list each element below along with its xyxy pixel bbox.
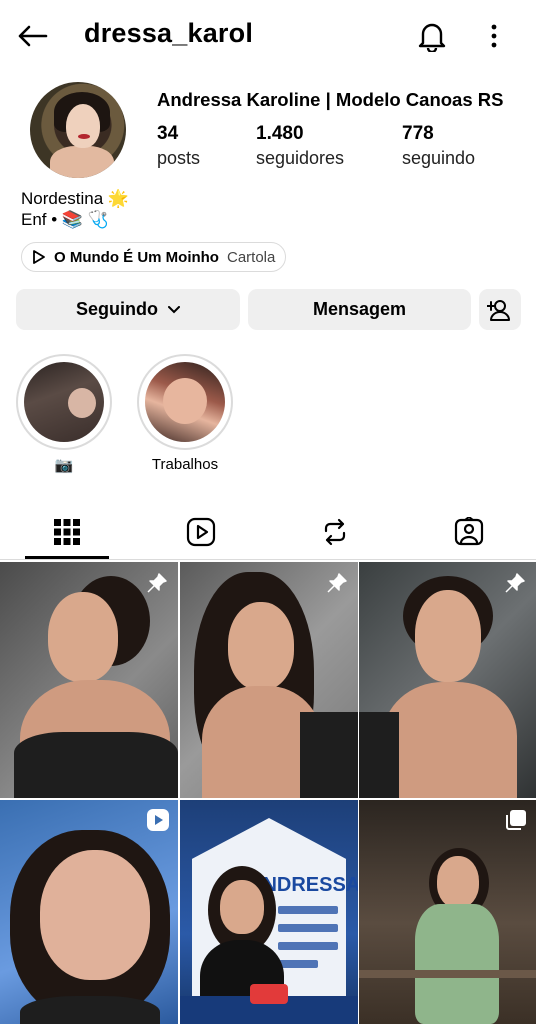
top-bar: dressa_karol [0, 0, 536, 72]
story-highlight[interactable]: Trabalhos [137, 354, 233, 473]
highlight-label: Trabalhos [151, 456, 219, 473]
play-icon [33, 250, 45, 264]
highlight-cover [137, 354, 233, 450]
highlight-label: 📷 [54, 457, 74, 474]
tagged-icon [454, 517, 484, 546]
profile-username: dressa_karol [84, 18, 254, 48]
arrow-left-icon [18, 25, 48, 47]
post-thumbnail[interactable] [359, 562, 536, 798]
reels-icon [186, 517, 216, 547]
pinned-icon [324, 570, 350, 596]
profile-tabs [0, 505, 536, 560]
followers-count[interactable]: 1.480 seguidores [256, 123, 344, 169]
carousel-icon [506, 810, 526, 830]
followers-count-value: 1.480 [256, 123, 304, 144]
following-button[interactable]: Seguindo [16, 289, 240, 330]
tab-tagged[interactable] [402, 505, 536, 559]
posts-count-value: 34 [157, 123, 179, 144]
following-count[interactable]: 778 seguindo [402, 123, 475, 169]
tab-reels[interactable] [134, 505, 268, 559]
message-button-label: Mensagem [312, 299, 407, 319]
suggest-users-button[interactable] [479, 289, 521, 330]
bio-line: Nordestina 🌟 [21, 189, 130, 208]
story-highlight[interactable]: 📷 [16, 354, 112, 474]
tab-posts-grid[interactable] [0, 505, 134, 559]
profile-music-pill[interactable]: O Mundo É Um Moinho Cartola [21, 242, 287, 272]
post-thumbnail[interactable] [0, 800, 178, 1024]
reel-icon [147, 809, 169, 831]
profile-bio: Nordestina 🌟 Enf • 📚 🩺 [21, 188, 129, 230]
posts-grid: ANDRESSA [0, 562, 536, 1024]
back-button[interactable] [12, 18, 52, 54]
highlight-cover [16, 354, 112, 450]
profile-full-name: Andressa Karoline | Modelo Canoas RS [157, 89, 504, 110]
pinned-icon [502, 570, 528, 596]
add-user-icon [487, 299, 510, 321]
profile-avatar[interactable] [30, 82, 126, 178]
grid-icon [54, 519, 80, 545]
post-thumbnail[interactable] [180, 562, 358, 798]
music-song-title: O Mundo É Um Moinho [54, 248, 219, 266]
bell-icon [418, 23, 446, 52]
chevron-down-icon [168, 305, 180, 313]
message-button[interactable]: Mensagem [248, 289, 471, 330]
more-vertical-icon [491, 24, 497, 48]
post-thumbnail[interactable] [359, 800, 536, 1024]
show-logo [250, 984, 288, 1004]
post-thumbnail[interactable]: ANDRESSA [180, 800, 358, 1024]
more-options-button[interactable] [478, 16, 510, 56]
following-count-value: 778 [402, 123, 434, 144]
following-count-label: seguindo [402, 148, 476, 168]
posts-count[interactable]: 34 posts [157, 123, 200, 169]
posts-count-label: posts [157, 148, 201, 168]
following-button-label: Seguindo [76, 299, 158, 319]
followers-count-label: seguidores [256, 148, 345, 168]
post-thumbnail[interactable] [0, 562, 178, 798]
music-artist: Cartola [226, 248, 276, 266]
notifications-button[interactable] [410, 16, 454, 56]
pinned-icon [144, 570, 170, 596]
tab-reposts[interactable] [268, 505, 402, 559]
bio-line: Enf • 📚 🩺 [21, 210, 109, 229]
active-tab-indicator [25, 556, 109, 559]
reposts-icon [324, 518, 346, 546]
